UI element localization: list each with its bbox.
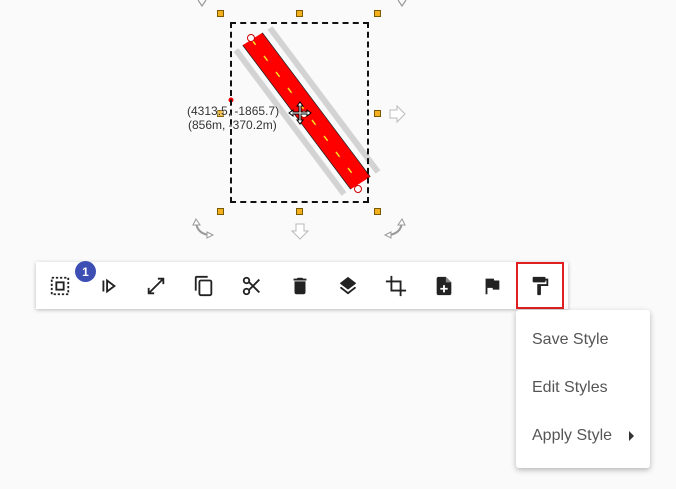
resize-handle-bottom-left[interactable] [217,208,224,215]
submenu-arrow-icon [629,431,634,441]
resize-handle-bottom[interactable] [296,208,303,215]
save-style-menu-item[interactable]: Save Style [516,316,650,364]
cut-icon [242,276,260,295]
crop-icon [385,275,407,296]
rotate-hint-icon [397,0,407,8]
selection-toolbar: 1 [36,261,568,309]
rotate-bottom-right-icon[interactable] [383,218,406,239]
copy-button[interactable] [180,262,228,309]
save-style-label: Save Style [532,331,609,348]
style-menu: Save Style Edit Styles Apply Style [516,310,650,468]
rotate-hint-icon [197,0,207,8]
map-canvas[interactable]: (4313.5, -1865.7) (856m, -370.2m) [0,0,676,260]
delete-icon [293,277,307,294]
resize-handle-top-right[interactable] [374,10,381,17]
resize-handle-bottom-right[interactable] [374,208,381,215]
copy-icon [194,275,213,296]
step-button[interactable] [84,262,132,309]
resize-icon [147,277,165,294]
flag-icon [485,278,500,294]
move-down-arrow-icon [290,223,310,240]
delete-button[interactable] [276,262,324,309]
edit-styles-menu-item[interactable]: Edit Styles [516,364,650,412]
edit-styles-label: Edit Styles [532,379,608,396]
add-file-icon [436,276,452,295]
format-paint-button[interactable] [516,262,564,309]
select-icon [50,276,70,295]
apply-style-label: Apply Style [532,427,613,444]
layers-button[interactable] [324,262,372,309]
resize-handle-top-left[interactable] [217,10,224,17]
rotate-bottom-left-icon[interactable] [192,218,215,239]
flag-button[interactable] [468,262,516,309]
resize-handle-top[interactable] [296,10,303,17]
resize-handle-right[interactable] [374,110,381,117]
coordinate-readout: (4313.5, -1865.7) (856m, -370.2m) [187,104,279,132]
coordinate-readout-world: (4313.5, -1865.7) [187,104,280,118]
move-right-arrow-icon [389,104,406,124]
play-step-icon [102,278,116,293]
coordinate-readout-meters: (856m, -370.2m) [188,118,277,132]
select-button[interactable]: 1 [36,261,96,309]
crop-button[interactable] [372,262,420,309]
add-file-button[interactable] [420,262,468,309]
format-paint-icon [532,276,549,295]
layers-icon [339,276,357,294]
apply-style-menu-item[interactable]: Apply Style [516,412,650,460]
resize-button[interactable] [132,262,180,309]
cut-button[interactable] [228,262,276,309]
